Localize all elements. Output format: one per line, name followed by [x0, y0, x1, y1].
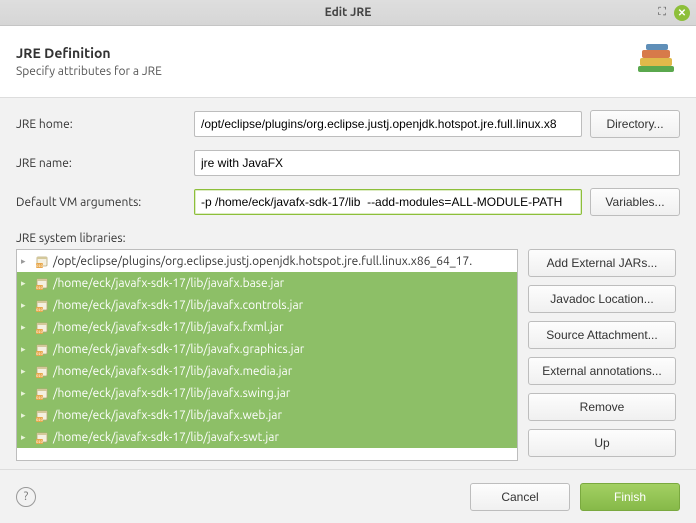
library-tree-row[interactable]: ▸ 010/home/eck/javafx-sdk-17/lib/javafx-s… — [17, 426, 517, 448]
window-controls: ⛶ ✕ — [658, 5, 690, 21]
library-side-buttons: Add External JARs... Javadoc Location...… — [528, 249, 680, 461]
library-tree-row[interactable]: ▸ 010/home/eck/javafx-sdk-17/lib/javafx.c… — [17, 294, 517, 316]
vm-args-input[interactable] — [194, 189, 582, 215]
dialog-header: JRE Definition Specify attributes for a … — [0, 26, 696, 98]
library-tree[interactable]: ▸ 010/opt/eclipse/plugins/org.eclipse.jus… — [16, 249, 518, 461]
add-external-jars-button[interactable]: Add External JARs... — [528, 249, 676, 277]
titlebar: Edit JRE ⛶ ✕ — [0, 0, 696, 26]
vm-args-label: Default VM arguments: — [16, 196, 186, 209]
cancel-button[interactable]: Cancel — [470, 483, 570, 511]
library-tree-row[interactable]: ▸ 010/home/eck/javafx-sdk-17/lib/javafx.m… — [17, 360, 517, 382]
libraries-section: JRE system libraries: ▸ 010/opt/eclipse/p… — [0, 232, 696, 461]
svg-text:010: 010 — [36, 439, 43, 444]
jar-icon: 010 — [35, 342, 49, 356]
source-attachment-button[interactable]: Source Attachment... — [528, 321, 676, 349]
library-path-text: /home/eck/javafx-sdk-17/lib/javafx.contr… — [53, 299, 303, 312]
jar-icon: 010 — [35, 430, 49, 444]
library-tree-row[interactable]: ▸ 010/opt/eclipse/plugins/org.eclipse.jus… — [17, 250, 517, 272]
jre-name-input[interactable] — [194, 150, 680, 176]
library-path-text: /home/eck/javafx-sdk-17/lib/javafx.swing… — [53, 387, 290, 400]
expand-icon[interactable]: ▸ — [21, 300, 31, 311]
library-path-text: /home/eck/javafx-sdk-17/lib/javafx.web.j… — [53, 409, 282, 422]
jar-icon: 010 — [35, 276, 49, 290]
maximize-icon[interactable]: ⛶ — [658, 6, 666, 19]
library-path-text: /home/eck/javafx-sdk-17/lib/javafx.media… — [53, 365, 292, 378]
expand-icon[interactable]: ▸ — [21, 322, 31, 333]
expand-icon[interactable]: ▸ — [21, 278, 31, 289]
svg-text:010: 010 — [36, 263, 43, 268]
libraries-label: JRE system libraries: — [16, 232, 680, 245]
directory-button[interactable]: Directory... — [590, 110, 680, 138]
jre-name-label: JRE name: — [16, 157, 186, 170]
dialog-footer: ? Cancel Finish — [0, 469, 696, 523]
library-path-text: /home/eck/javafx-sdk-17/lib/javafx.fxml.… — [53, 321, 284, 334]
library-tree-row[interactable]: ▸ 010/home/eck/javafx-sdk-17/lib/javafx.w… — [17, 404, 517, 426]
window-title: Edit JRE — [325, 6, 372, 19]
remove-button[interactable]: Remove — [528, 393, 676, 421]
svg-text:010: 010 — [36, 285, 43, 290]
svg-text:010: 010 — [36, 307, 43, 312]
expand-icon[interactable]: ▸ — [21, 410, 31, 421]
vm-args-row: Default VM arguments: Variables... — [16, 188, 680, 216]
jre-name-row: JRE name: — [16, 150, 680, 176]
svg-text:010: 010 — [36, 417, 43, 422]
up-button[interactable]: Up — [528, 429, 676, 457]
jar-icon: 010 — [35, 254, 49, 268]
library-tree-row[interactable]: ▸ 010/home/eck/javafx-sdk-17/lib/javafx.g… — [17, 338, 517, 360]
expand-icon[interactable]: ▸ — [21, 256, 31, 267]
jre-form: JRE home: Directory... JRE name: Default… — [0, 98, 696, 232]
expand-icon[interactable]: ▸ — [21, 432, 31, 443]
jar-icon: 010 — [35, 364, 49, 378]
header-title: JRE Definition — [16, 45, 632, 61]
library-path-text: /home/eck/javafx-sdk-17/lib/javafx-swt.j… — [53, 431, 279, 444]
close-icon[interactable]: ✕ — [674, 5, 690, 21]
library-books-icon — [632, 36, 680, 87]
variables-button[interactable]: Variables... — [590, 188, 680, 216]
jar-icon: 010 — [35, 386, 49, 400]
library-path-text: /opt/eclipse/plugins/org.eclipse.justj.o… — [53, 255, 472, 268]
svg-text:010: 010 — [36, 395, 43, 400]
jre-home-input[interactable] — [194, 111, 582, 137]
library-tree-row[interactable]: ▸ 010/home/eck/javafx-sdk-17/lib/javafx.f… — [17, 316, 517, 338]
jar-icon: 010 — [35, 408, 49, 422]
header-subtitle: Specify attributes for a JRE — [16, 65, 632, 78]
external-annotations-button[interactable]: External annotations... — [528, 357, 676, 385]
jar-icon: 010 — [35, 320, 49, 334]
jar-icon: 010 — [35, 298, 49, 312]
svg-text:010: 010 — [36, 351, 43, 356]
help-icon[interactable]: ? — [16, 487, 36, 507]
expand-icon[interactable]: ▸ — [21, 388, 31, 399]
library-tree-row[interactable]: ▸ 010/home/eck/javafx-sdk-17/lib/javafx.s… — [17, 382, 517, 404]
library-tree-row[interactable]: ▸ 010/home/eck/javafx-sdk-17/lib/javafx.b… — [17, 272, 517, 294]
svg-text:010: 010 — [36, 373, 43, 378]
jre-home-label: JRE home: — [16, 118, 186, 131]
library-path-text: /home/eck/javafx-sdk-17/lib/javafx.base.… — [53, 277, 284, 290]
javadoc-location-button[interactable]: Javadoc Location... — [528, 285, 676, 313]
svg-text:010: 010 — [36, 329, 43, 334]
jre-home-row: JRE home: Directory... — [16, 110, 680, 138]
expand-icon[interactable]: ▸ — [21, 366, 31, 377]
finish-button[interactable]: Finish — [580, 483, 680, 511]
expand-icon[interactable]: ▸ — [21, 344, 31, 355]
library-path-text: /home/eck/javafx-sdk-17/lib/javafx.graph… — [53, 343, 304, 356]
